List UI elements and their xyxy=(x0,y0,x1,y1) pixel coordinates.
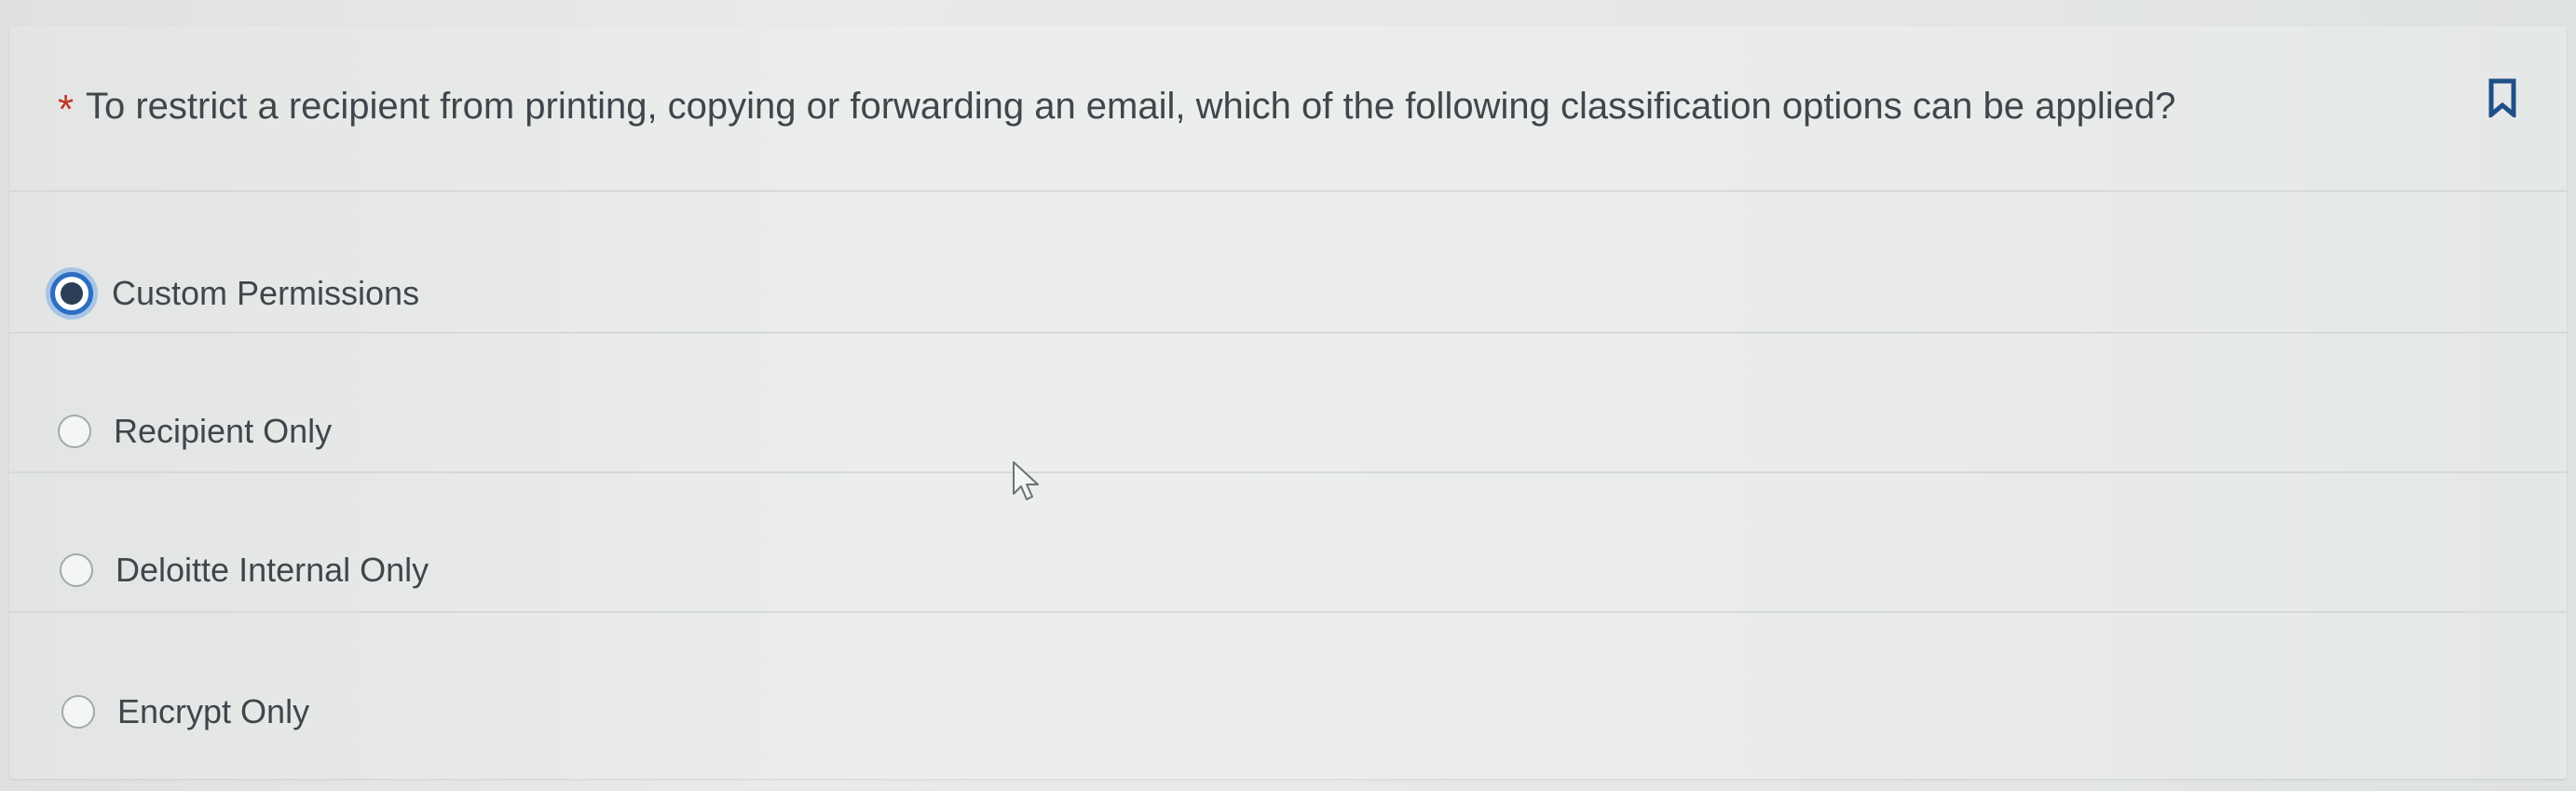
option-label[interactable]: Recipient Only xyxy=(114,409,332,454)
option-label[interactable]: Deloitte Internal Only xyxy=(116,548,429,593)
radio-button[interactable] xyxy=(58,415,91,448)
bookmark-icon[interactable] xyxy=(2487,78,2517,117)
option-label[interactable]: Custom Permissions xyxy=(112,271,419,316)
radio-button[interactable] xyxy=(61,695,95,729)
option-label[interactable]: Encrypt Only xyxy=(117,689,309,734)
required-marker: * xyxy=(58,87,75,132)
option-recipient-only[interactable]: Recipient Only xyxy=(9,334,2567,471)
option-deloitte-internal-only[interactable]: Deloitte Internal Only xyxy=(9,473,2567,611)
mouse-cursor-icon xyxy=(1013,461,1039,500)
page: * To restrict a recipient from printing,… xyxy=(0,0,2576,791)
radio-button[interactable] xyxy=(60,553,93,587)
radio-dot xyxy=(61,282,83,305)
question-text: To restrict a recipient from printing, c… xyxy=(86,86,2176,127)
option-custom-permissions[interactable]: Custom Permissions xyxy=(9,192,2567,330)
option-encrypt-only[interactable]: Encrypt Only xyxy=(9,613,2567,751)
question-header: * To restrict a recipient from printing,… xyxy=(9,26,2567,189)
radio-button-selected[interactable] xyxy=(50,272,93,315)
question-card: * To restrict a recipient from printing,… xyxy=(9,26,2567,779)
